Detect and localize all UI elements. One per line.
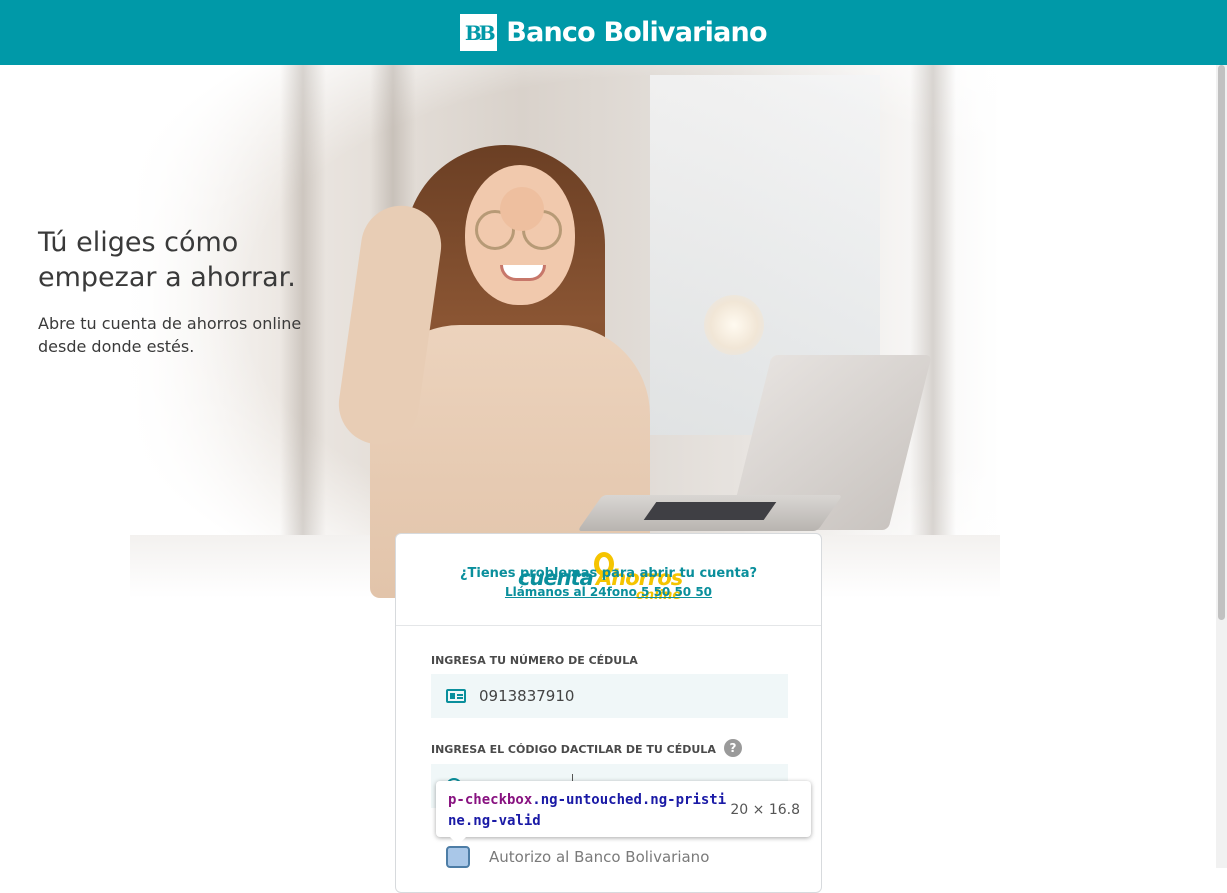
card-header: cuenta Ahorros online ¿Tienes problemas …: [396, 534, 821, 626]
hero-banner: Tú eliges cómo empezar a ahorrar. Abre t…: [0, 65, 1216, 598]
hero-text: Tú eliges cómo empezar a ahorrar. Abre t…: [38, 225, 358, 358]
headline-line-2: empezar a ahorrar.: [38, 262, 296, 293]
page-scrollbar[interactable]: [1216, 65, 1227, 868]
laptop-illustration: [577, 355, 932, 545]
dactilar-label: INGRESA EL CÓDIGO DACTILAR DE TU CÉDULA: [431, 743, 716, 756]
hand: [500, 187, 544, 231]
top-header: BB Banco Bolivariano: [0, 0, 1227, 65]
tooltip-tag: p-checkbox: [448, 792, 533, 808]
consent-text: Autorizo al Banco Bolivariano: [489, 848, 710, 866]
tooltip-size: 20 × 16.8: [730, 802, 800, 818]
help-icon[interactable]: ?: [724, 739, 742, 757]
cedula-label: INGRESA TU NÚMERO DE CÉDULA: [431, 654, 638, 667]
hero-headline: Tú eliges cómo empezar a ahorrar.: [38, 225, 358, 295]
laptop-keyboard: [643, 502, 777, 520]
help-question: ¿Tienes problemas para abrir tu cuenta?: [459, 566, 758, 581]
devtools-element-tooltip: p-checkbox.ng-untouched.ng-pristi ne.ng-v…: [436, 781, 811, 845]
headline-line-1: Tú eliges cómo: [38, 227, 239, 258]
id-card-icon: [446, 689, 466, 703]
cedula-field[interactable]: [431, 674, 788, 718]
brand-name[interactable]: Banco Bolivariano: [506, 17, 767, 48]
consent-checkbox[interactable]: [446, 846, 470, 868]
scrollbar-thumb[interactable]: [1218, 65, 1225, 620]
hero-subline: Abre tu cuenta de ahorros online desde d…: [38, 312, 358, 358]
consent-row: Autorizo al Banco Bolivariano: [446, 846, 709, 868]
tooltip-classes-2: ne.ng-valid: [448, 813, 541, 829]
subline-line-1: Abre tu cuenta de ahorros online: [38, 314, 302, 333]
subline-line-2: desde donde estés.: [38, 337, 195, 356]
tooltip-selector: p-checkbox.ng-untouched.ng-pristi ne.ng-v…: [448, 790, 728, 832]
call-link[interactable]: Llámanos al 24fono 5 50 50 50: [396, 585, 821, 599]
tooltip-classes-1: .ng-untouched.ng-pristi: [532, 792, 727, 808]
cedula-input[interactable]: [479, 687, 759, 705]
lamp-light: [704, 295, 764, 355]
bank-logo-icon[interactable]: BB: [460, 14, 498, 51]
